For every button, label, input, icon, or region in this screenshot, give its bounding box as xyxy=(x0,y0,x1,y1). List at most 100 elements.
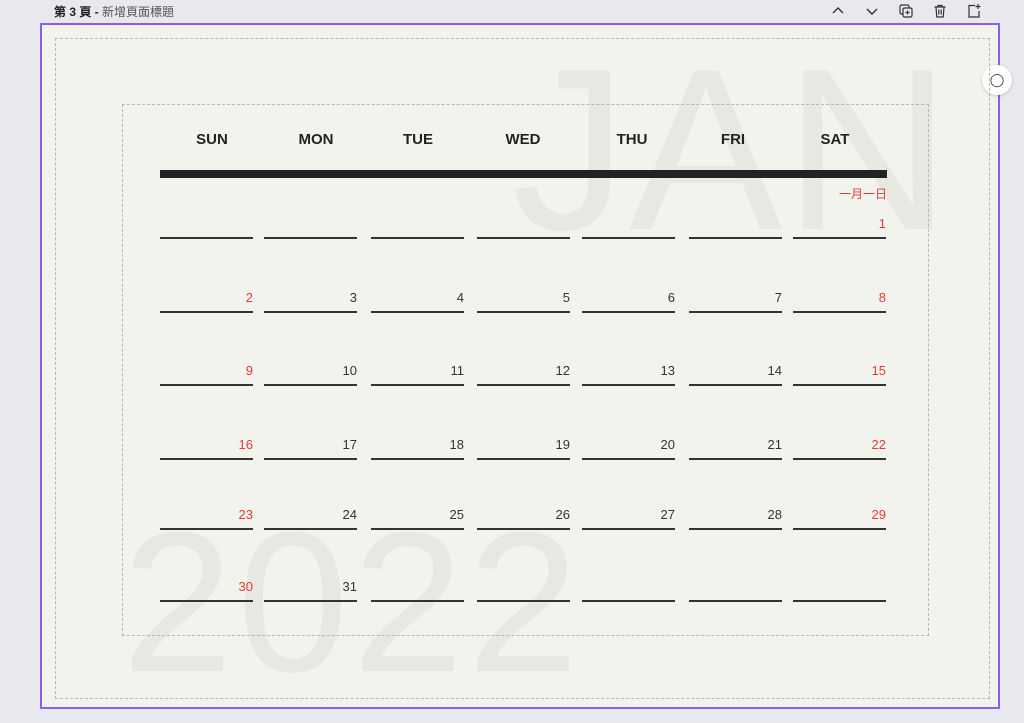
day-underline[interactable] xyxy=(793,311,886,313)
day-number[interactable]: 5 xyxy=(563,290,570,305)
day-cell[interactable]: 4 xyxy=(371,285,464,313)
day-underline[interactable] xyxy=(582,237,675,239)
day-number[interactable]: 13 xyxy=(661,363,675,378)
day-cell[interactable]: 22 xyxy=(793,432,886,460)
day-cell[interactable]: 30 xyxy=(160,574,253,602)
day-cell[interactable] xyxy=(793,574,886,602)
day-cell[interactable] xyxy=(371,574,464,602)
day-underline[interactable] xyxy=(160,458,253,460)
day-cell[interactable]: 9 xyxy=(160,358,253,386)
day-number[interactable]: 26 xyxy=(556,507,570,522)
day-cell[interactable] xyxy=(264,211,357,239)
day-cell[interactable] xyxy=(477,211,570,239)
day-number[interactable]: 7 xyxy=(775,290,782,305)
day-number[interactable]: 22 xyxy=(872,437,886,452)
day-underline[interactable] xyxy=(689,458,782,460)
day-cell[interactable]: 1 xyxy=(793,211,886,239)
day-underline[interactable] xyxy=(371,311,464,313)
day-underline[interactable] xyxy=(582,458,675,460)
day-number[interactable]: 21 xyxy=(768,437,782,452)
day-cell[interactable]: 6 xyxy=(582,285,675,313)
day-cell[interactable]: 16 xyxy=(160,432,253,460)
day-number[interactable]: 19 xyxy=(556,437,570,452)
add-page-button[interactable] xyxy=(964,1,984,21)
weekday-label[interactable]: SAT xyxy=(783,131,887,148)
lunar-date-note[interactable]: 一月一日 xyxy=(812,185,887,202)
page-title[interactable]: 新增頁面標題 xyxy=(102,5,174,19)
day-number[interactable]: 11 xyxy=(451,363,465,378)
day-underline[interactable] xyxy=(264,384,357,386)
day-cell[interactable]: 14 xyxy=(689,358,782,386)
day-underline[interactable] xyxy=(477,458,570,460)
day-cell[interactable]: 28 xyxy=(689,502,782,530)
day-cell[interactable] xyxy=(371,211,464,239)
day-number[interactable]: 29 xyxy=(872,507,886,522)
page-canvas[interactable]: ◯ JAN 2022 SUN MON TUE WED THU FRI SAT 一… xyxy=(40,23,1012,709)
day-cell[interactable] xyxy=(477,574,570,602)
day-number[interactable]: 18 xyxy=(450,437,464,452)
day-underline[interactable] xyxy=(160,311,253,313)
day-number[interactable]: 2 xyxy=(246,290,253,305)
day-number[interactable]: 16 xyxy=(239,437,253,452)
day-cell[interactable]: 23 xyxy=(160,502,253,530)
delete-page-button[interactable] xyxy=(930,1,950,21)
day-number[interactable]: 8 xyxy=(879,290,886,305)
duplicate-page-button[interactable] xyxy=(896,1,916,21)
day-underline[interactable] xyxy=(371,600,464,602)
day-number[interactable]: 24 xyxy=(343,507,357,522)
day-underline[interactable] xyxy=(264,311,357,313)
day-underline[interactable] xyxy=(793,384,886,386)
weekday-label[interactable]: MON xyxy=(264,131,368,148)
day-underline[interactable] xyxy=(793,458,886,460)
day-cell[interactable]: 17 xyxy=(264,432,357,460)
day-underline[interactable] xyxy=(371,237,464,239)
day-number[interactable]: 30 xyxy=(239,579,253,594)
day-underline[interactable] xyxy=(689,237,782,239)
weekday-header[interactable]: SUN MON TUE WED THU FRI SAT xyxy=(160,131,887,155)
day-underline[interactable] xyxy=(477,311,570,313)
day-underline[interactable] xyxy=(689,384,782,386)
day-cell[interactable]: 24 xyxy=(264,502,357,530)
day-underline[interactable] xyxy=(582,600,675,602)
day-number[interactable]: 1 xyxy=(879,216,886,231)
day-cell[interactable]: 26 xyxy=(477,502,570,530)
move-up-button[interactable] xyxy=(828,1,848,21)
day-cell[interactable] xyxy=(689,574,782,602)
day-number[interactable]: 25 xyxy=(450,507,464,522)
day-cell[interactable]: 20 xyxy=(582,432,675,460)
day-underline[interactable] xyxy=(477,600,570,602)
day-cell[interactable] xyxy=(160,211,253,239)
day-underline[interactable] xyxy=(264,458,357,460)
page-label[interactable]: 第 3 頁 - 新增頁面標題 xyxy=(54,3,174,20)
day-underline[interactable] xyxy=(160,528,253,530)
day-cell[interactable]: 19 xyxy=(477,432,570,460)
day-underline[interactable] xyxy=(264,237,357,239)
day-number[interactable]: 27 xyxy=(661,507,675,522)
day-cell[interactable]: 7 xyxy=(689,285,782,313)
day-cell[interactable] xyxy=(582,574,675,602)
day-underline[interactable] xyxy=(582,384,675,386)
day-cell[interactable]: 13 xyxy=(582,358,675,386)
day-cell[interactable]: 2 xyxy=(160,285,253,313)
day-underline[interactable] xyxy=(160,384,253,386)
day-number[interactable]: 28 xyxy=(768,507,782,522)
day-underline[interactable] xyxy=(371,528,464,530)
weekday-label[interactable]: THU xyxy=(580,131,684,148)
day-underline[interactable] xyxy=(689,528,782,530)
move-down-button[interactable] xyxy=(862,1,882,21)
day-number[interactable]: 20 xyxy=(661,437,675,452)
day-underline[interactable] xyxy=(689,311,782,313)
day-cell[interactable]: 3 xyxy=(264,285,357,313)
day-cell[interactable] xyxy=(689,211,782,239)
weekday-label[interactable]: SUN xyxy=(160,131,264,148)
day-number[interactable]: 17 xyxy=(343,437,357,452)
day-underline[interactable] xyxy=(264,528,357,530)
day-number[interactable]: 12 xyxy=(556,363,570,378)
day-cell[interactable]: 12 xyxy=(477,358,570,386)
day-cell[interactable]: 5 xyxy=(477,285,570,313)
weekday-label[interactable]: WED xyxy=(471,131,575,148)
day-underline[interactable] xyxy=(160,237,253,239)
day-underline[interactable] xyxy=(371,384,464,386)
day-underline[interactable] xyxy=(793,528,886,530)
day-underline[interactable] xyxy=(477,384,570,386)
